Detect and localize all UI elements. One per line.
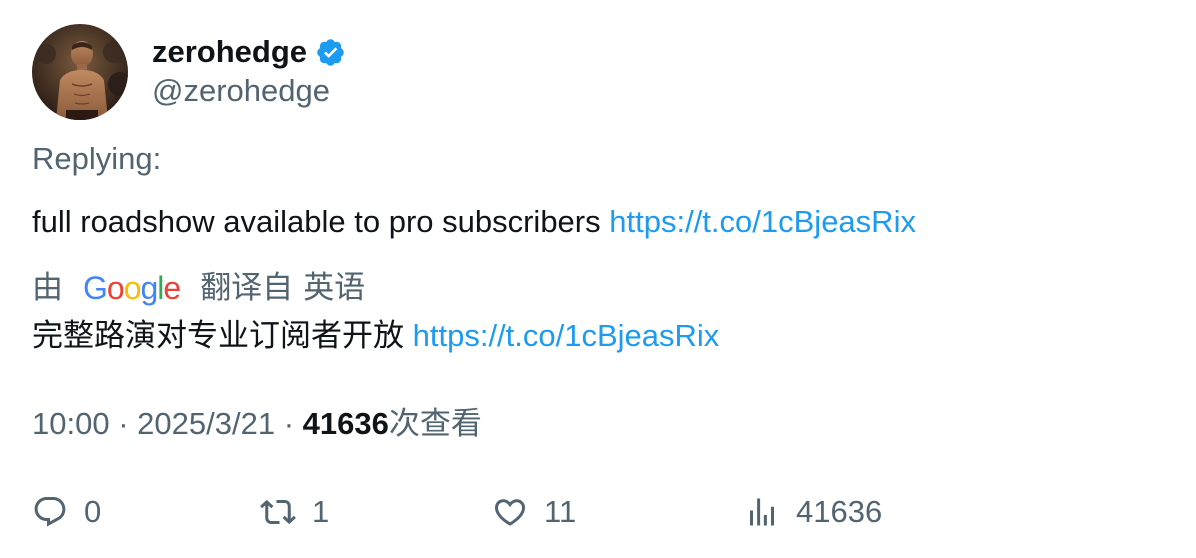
retweet-button[interactable]: 1	[260, 490, 329, 534]
retweet-count: 1	[312, 494, 330, 529]
heart-icon	[492, 494, 528, 530]
reply-bubble-icon	[32, 494, 68, 530]
google-logo-letter: g	[140, 270, 158, 306]
tweet-header: zerohedge @zerohedge	[32, 24, 346, 120]
verified-badge-icon	[315, 37, 346, 68]
google-logo-letter: o	[123, 270, 142, 306]
translation-source-language: 英语	[303, 270, 366, 305]
views-label: 次查看	[388, 406, 482, 441]
like-count: 11	[544, 494, 577, 529]
translated-body: 完整路演对专业订阅者开放	[32, 318, 404, 353]
translated-link[interactable]: https://t.co/1cBjeasRix	[413, 318, 720, 353]
google-logo-letter: e	[163, 270, 181, 306]
display-name-row: zerohedge	[152, 33, 346, 71]
reply-count: 0	[84, 494, 102, 529]
tweet-time[interactable]: 10:00	[32, 406, 110, 441]
meta-separator: ·	[283, 406, 295, 441]
views-count: 41636	[302, 406, 389, 441]
translation-suffix: 翻译自	[200, 270, 294, 305]
like-button[interactable]: 11	[492, 490, 576, 534]
tweet-date[interactable]: 2025/3/21	[137, 406, 275, 441]
translation-attribution: 由 Google 翻译自 英语	[32, 268, 365, 308]
tweet-meta: 10:00 · 2025/3/21 · 41636次查看	[32, 404, 482, 444]
google-logo-letter: G	[83, 270, 108, 306]
action-bar: 0 1 11 41636	[32, 490, 932, 534]
avatar-image	[32, 24, 128, 120]
avatar[interactable]	[32, 24, 128, 120]
author-names: zerohedge @zerohedge	[152, 33, 346, 111]
google-logo-letter: o	[106, 270, 125, 306]
retweet-icon	[260, 494, 296, 530]
views-action-count: 41636	[796, 494, 883, 529]
tweet-text: full roadshow available to pro subscribe…	[32, 202, 916, 242]
translated-text: 完整路演对专业订阅者开放 https://t.co/1cBjeasRix	[32, 316, 719, 356]
display-name[interactable]: zerohedge	[152, 33, 307, 71]
reply-button[interactable]: 0	[32, 490, 101, 534]
translation-prefix: 由	[32, 270, 63, 305]
tweet-body: full roadshow available to pro subscribe…	[32, 204, 601, 239]
handle[interactable]: @zerohedge	[152, 71, 346, 111]
views-button[interactable]: 41636	[744, 490, 882, 534]
replying-label: Replying:	[32, 141, 162, 176]
meta-separator: ·	[118, 406, 129, 441]
tweet-link[interactable]: https://t.co/1cBjeasRix	[609, 204, 916, 239]
google-logo[interactable]: Google	[83, 268, 181, 308]
bar-chart-icon	[744, 494, 780, 530]
